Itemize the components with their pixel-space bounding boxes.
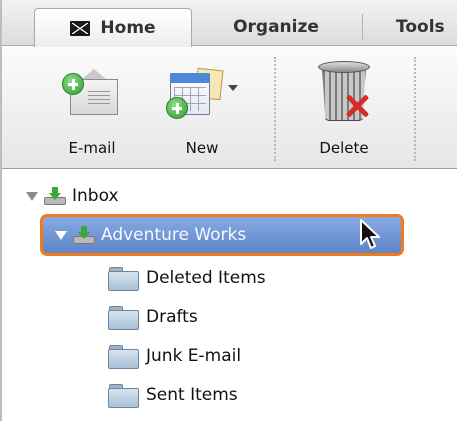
folder-label: Junk E-mail — [146, 346, 242, 366]
tab-tools[interactable]: Tools — [380, 8, 457, 46]
dropdown-caret-icon[interactable] — [228, 85, 238, 91]
email-button[interactable]: E-mail — [46, 47, 138, 169]
delete-button[interactable]: Delete — [294, 47, 394, 169]
new-item-button[interactable]: New — [152, 47, 252, 169]
inbox-icon — [44, 187, 66, 205]
delete-button-label: Delete — [319, 139, 369, 157]
new-button-label: New — [185, 139, 219, 157]
folder-inbox[interactable]: Inbox — [26, 180, 119, 212]
folder-deleted-items[interactable]: Deleted Items — [108, 262, 266, 294]
email-button-label: E-mail — [68, 139, 116, 157]
folder-adventure-works[interactable]: Adventure Works — [40, 214, 404, 256]
disclosure-triangle-icon[interactable] — [55, 230, 67, 240]
mail-window: Home Organize Tools E-mail New Delete In… — [0, 0, 457, 421]
ribbon-separator — [274, 57, 276, 161]
folder-sent-items[interactable]: Sent Items — [108, 379, 238, 411]
folder-label: Inbox — [72, 186, 119, 206]
folder-icon — [108, 267, 139, 291]
tab-divider — [362, 14, 363, 40]
ribbon-toolbar: E-mail New Delete — [2, 47, 457, 169]
tab-home[interactable]: Home — [34, 8, 192, 47]
folder-label: Drafts — [146, 307, 198, 327]
tab-tools-label: Tools — [396, 17, 445, 37]
folder-label: Sent Items — [146, 385, 238, 405]
disclosure-triangle-icon[interactable] — [26, 191, 38, 201]
new-item-icon — [166, 67, 238, 119]
ribbon-tab-bar: Home Organize Tools — [2, 0, 457, 47]
envelope-icon — [70, 20, 91, 36]
inbox-icon — [73, 226, 95, 244]
folder-junk-email[interactable]: Junk E-mail — [108, 340, 241, 372]
folder-icon — [108, 306, 139, 330]
folder-icon — [108, 384, 139, 408]
ribbon-separator — [414, 57, 416, 161]
tab-organize[interactable]: Organize — [206, 8, 346, 46]
folder-label: Deleted Items — [146, 268, 266, 288]
new-email-icon — [62, 69, 120, 117]
trash-can-icon — [316, 61, 372, 125]
folder-tree: Inbox Adventure Works Deleted Items Draf… — [2, 170, 457, 421]
tab-home-label: Home — [100, 18, 156, 38]
folder-icon — [108, 345, 139, 369]
folder-drafts[interactable]: Drafts — [108, 301, 198, 333]
folder-label: Adventure Works — [101, 225, 247, 245]
mouse-pointer-icon — [360, 219, 380, 249]
tab-organize-label: Organize — [233, 17, 319, 37]
